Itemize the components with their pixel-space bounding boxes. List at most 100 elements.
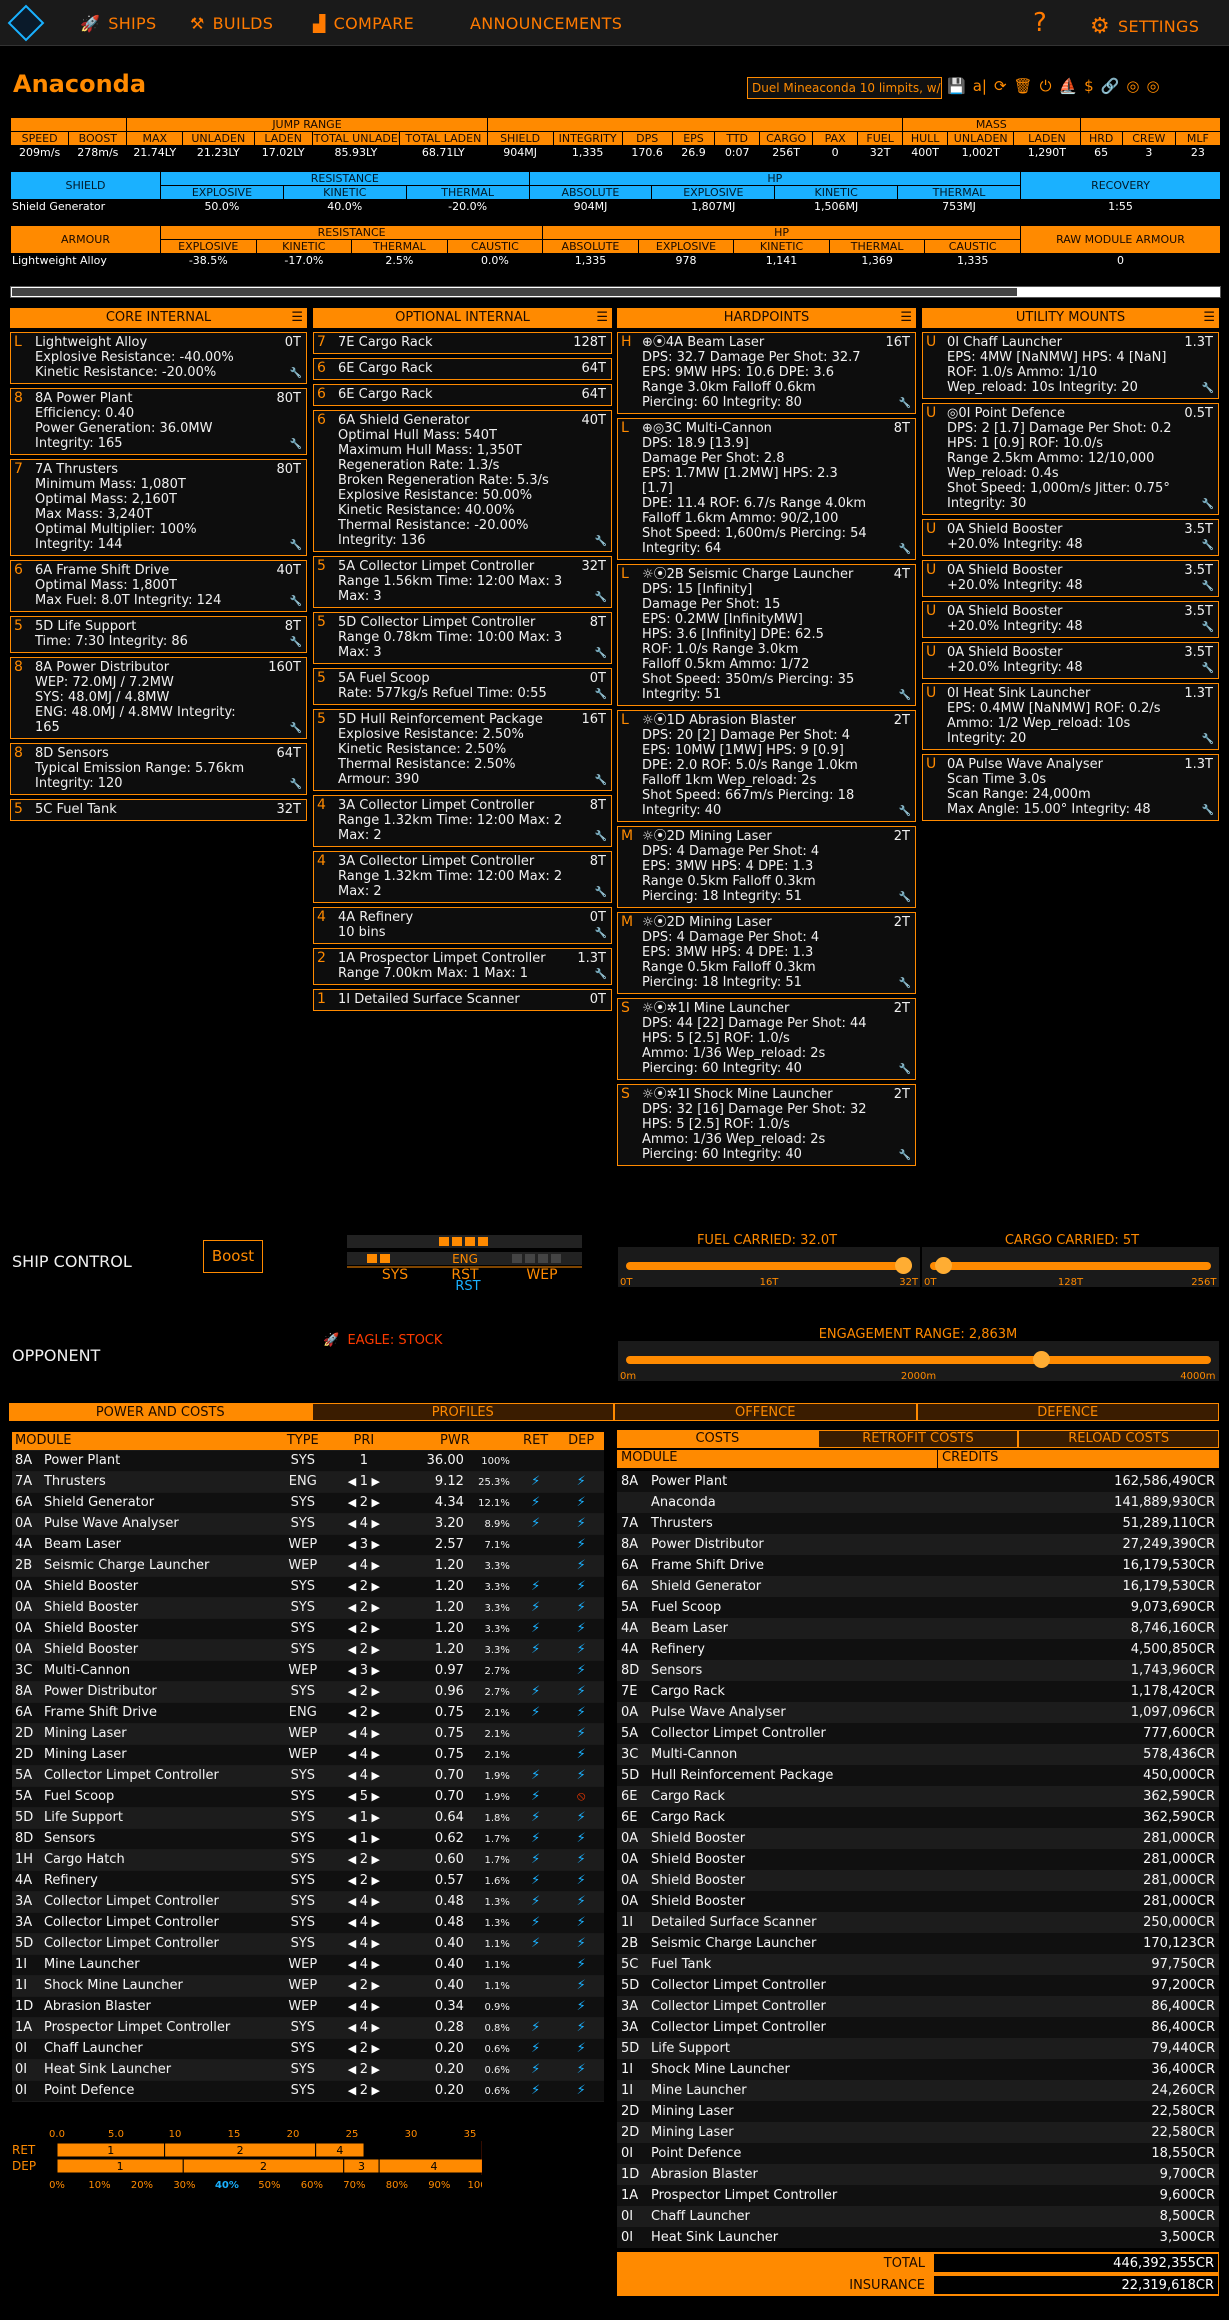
priority-up-icon[interactable]: ▶ [368, 1853, 379, 1866]
retracted-state[interactable] [512, 1534, 559, 1556]
cost-row[interactable]: 8A Power Plant 162,586,490CR [617, 1471, 1219, 1492]
deployed-state[interactable]: ⚡ [558, 1681, 604, 1703]
cost-row[interactable]: 0A Shield Booster 281,000CR [617, 1891, 1219, 1912]
tab-power-and-costs[interactable]: POWER AND COSTS [9, 1403, 312, 1421]
cost-row[interactable]: 2D Mining Laser 22,580CR [617, 2101, 1219, 2122]
module-slot[interactable]: 8 160T 8A Power Distributor WEP: 72.0MJ / 7… [10, 657, 307, 739]
cost-row[interactable]: 3C Multi-Cannon 578,436CR [617, 1744, 1219, 1765]
priority-up-icon[interactable]: ▶ [368, 2000, 379, 2013]
power-row[interactable]: 3A Collector Limpet Controller SYS ◀ 4 ▶ 0.4… [12, 1912, 604, 1934]
module-slot[interactable]: 5 32T 5C Fuel Tank [10, 799, 307, 821]
slider-track[interactable] [626, 1262, 912, 1270]
stat-header-hrd[interactable]: HRD [1079, 131, 1123, 146]
priority-up-icon[interactable]: ▶ [368, 1517, 379, 1530]
wrench-icon[interactable]: 🔧 [290, 594, 302, 609]
power-row[interactable]: 1A Prospector Limpet Controller SYS ◀ 4 ▶ 0.… [12, 2017, 604, 2039]
wrench-icon[interactable]: 🔧 [1202, 732, 1214, 747]
retracted-state[interactable]: ⚡ [512, 1639, 559, 1661]
dollar-icon[interactable]: $ [1084, 77, 1094, 95]
power-header-type[interactable]: TYPE [274, 1432, 331, 1451]
stat-header-pax[interactable]: PAX [812, 131, 859, 146]
retracted-state[interactable] [512, 1954, 559, 1976]
engagement-range-slider[interactable]: 0m 2000m 4000m [618, 1341, 1219, 1382]
rename-icon[interactable]: a| [973, 77, 987, 95]
stat-header-boost[interactable]: BOOST [68, 131, 128, 146]
priority-down-icon[interactable]: ◀ [348, 1538, 360, 1551]
cost-row[interactable]: 0I Heat Sink Launcher 3,500CR [617, 2227, 1219, 2248]
power-row[interactable]: 5A Collector Limpet Controller SYS ◀ 4 ▶ 0.7… [12, 1765, 604, 1787]
retracted-state[interactable]: ⚡ [512, 2059, 559, 2081]
power-icon[interactable]: ⏻ [1040, 77, 1052, 95]
priority-down-icon[interactable]: ◀ [348, 1748, 360, 1761]
priority-down-icon[interactable]: ◀ [348, 1601, 360, 1614]
power-header-pwr[interactable]: PWR [396, 1432, 513, 1451]
wrench-icon[interactable]: 🔧 [595, 646, 607, 661]
stat-header-speed[interactable]: SPEED [9, 131, 70, 146]
sys-label[interactable]: SYS [382, 1267, 408, 1283]
wrench-icon[interactable]: 🔧 [595, 885, 607, 900]
module-priority[interactable]: ◀ 2 ▶ [330, 1492, 397, 1514]
scrollbar-thumb[interactable] [12, 288, 1017, 296]
retracted-state[interactable]: ⚡ [512, 1786, 559, 1808]
priority-up-icon[interactable]: ▶ [368, 1559, 379, 1572]
wrench-icon[interactable]: 🔧 [290, 538, 302, 553]
wrench-icon[interactable]: 🔧 [290, 777, 302, 792]
module-slot[interactable]: 2 1.3T 1A Prospector Limpet Controller Rang… [313, 948, 612, 985]
deployed-state[interactable]: ⚡ [558, 1597, 604, 1619]
cost-row[interactable]: 8A Power Distributor 27,249,390CR [617, 1534, 1219, 1555]
priority-down-icon[interactable]: ◀ [348, 1496, 360, 1509]
coriolis-icon[interactable]: ◎ [1126, 77, 1139, 95]
module-slot[interactable]: U 3.5T 0A Shield Booster +20.0% Integrity: … [922, 601, 1219, 638]
cost-row[interactable]: 5D Collector Limpet Controller 97,200CR [617, 1975, 1219, 1996]
slider-knob[interactable] [935, 1257, 953, 1274]
coriolis-logo-icon[interactable] [7, 4, 45, 42]
ships-menu[interactable]: 🚀 SHIPS [80, 14, 156, 33]
cost-row[interactable]: 2B Seismic Charge Launcher 170,123CR [617, 1933, 1219, 1954]
module-priority[interactable]: ◀ 4 ▶ [330, 1555, 397, 1577]
priority-down-icon[interactable]: ◀ [348, 1727, 360, 1740]
retracted-state[interactable]: ⚡ [512, 1492, 559, 1514]
deployed-state[interactable]: ⚡ [558, 1639, 604, 1661]
stat-header-cargo[interactable]: CARGO [759, 131, 814, 146]
priority-up-icon[interactable]: ▶ [368, 2084, 379, 2097]
module-priority[interactable]: ◀ 1 ▶ [330, 1471, 397, 1493]
priority-down-icon[interactable]: ◀ [348, 2042, 360, 2055]
column-header[interactable]: OPTIONAL INTERNAL ☰ [313, 308, 612, 328]
announcements-menu[interactable]: ANNOUNCEMENTS [470, 14, 622, 33]
module-slot[interactable]: U 1.3T 0I Heat Sink Launcher EPS: 0.4MW [Na… [922, 683, 1219, 750]
module-slot[interactable]: L 0T Lightweight Alloy Explosive Resistance… [10, 332, 307, 384]
module-slot[interactable]: 5 8T 5D Life Support Time: 7:30 Integrity: … [10, 616, 307, 653]
priority-up-icon[interactable]: ▶ [368, 1496, 379, 1509]
cost-row[interactable]: 2D Mining Laser 22,580CR [617, 2122, 1219, 2143]
help-button[interactable]: ? [1033, 8, 1047, 38]
wrench-icon[interactable]: 🔧 [290, 635, 302, 650]
cost-row[interactable]: 4A Beam Laser 8,746,160CR [617, 1618, 1219, 1639]
settings-menu[interactable]: ⚙ SETTINGS [1090, 14, 1199, 39]
module-priority[interactable]: ◀ 4 ▶ [330, 1723, 397, 1745]
cost-row[interactable]: 3A Collector Limpet Controller 86,400CR [617, 2017, 1219, 2038]
wrench-icon[interactable]: 🔧 [1202, 538, 1214, 553]
wrench-icon[interactable]: 🔧 [1202, 803, 1214, 818]
tab-costs[interactable]: COSTS [617, 1430, 818, 1448]
cost-row[interactable]: 5D Hull Reinforcement Package 450,000CR [617, 1765, 1219, 1786]
module-priority[interactable]: 1 [330, 1450, 397, 1472]
wrench-icon[interactable]: 🔧 [1202, 579, 1214, 594]
priority-down-icon[interactable]: ◀ [348, 1790, 360, 1803]
priority-up-icon[interactable]: ▶ [368, 1580, 379, 1593]
boost-button[interactable]: Boost [203, 1240, 263, 1273]
power-header-ret[interactable]: RET [512, 1432, 559, 1451]
retracted-state[interactable]: ⚡ [512, 1891, 559, 1913]
wrench-icon[interactable]: 🔧 [899, 976, 911, 991]
module-priority[interactable]: ◀ 4 ▶ [330, 1891, 397, 1913]
cargo-slider[interactable]: 0T 128T 256T [922, 1247, 1219, 1288]
module-slot[interactable]: 6 40T 6A Frame Shift Drive Optimal Mass: 1,… [10, 560, 307, 612]
cost-row[interactable]: 7A Thrusters 51,289,110CR [617, 1513, 1219, 1534]
priority-down-icon[interactable]: ◀ [348, 1769, 360, 1782]
priority-up-icon[interactable]: ▶ [368, 1475, 379, 1488]
slider-track[interactable] [626, 1356, 1211, 1364]
tab-offence[interactable]: OFFENCE [614, 1403, 917, 1421]
cost-row[interactable]: 1A Prospector Limpet Controller 9,600CR [617, 2185, 1219, 2206]
builds-menu[interactable]: ⚒ BUILDS [190, 14, 273, 33]
power-row[interactable]: 0A Shield Booster SYS ◀ 2 ▶ 1.20 3.3% ⚡ ⚡ [12, 1618, 604, 1640]
costs-credits-header[interactable]: CREDITS [937, 1450, 1219, 1468]
